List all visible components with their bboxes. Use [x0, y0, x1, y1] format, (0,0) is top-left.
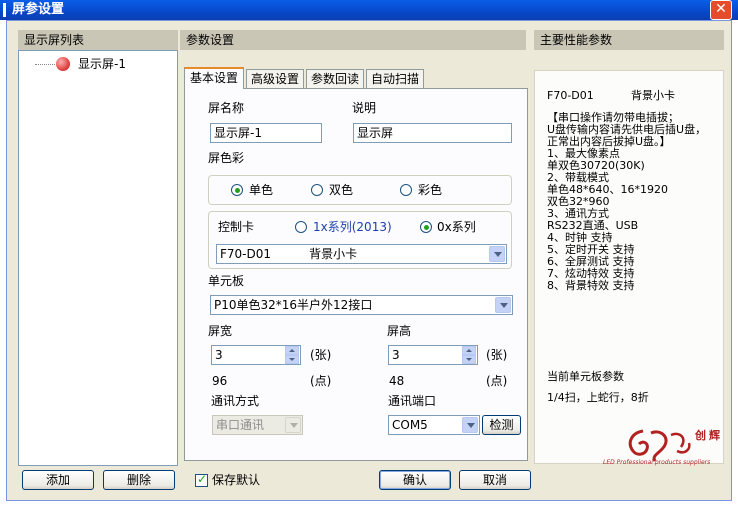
width-label: 屏宽 — [208, 324, 233, 338]
cancel-button[interactable]: 取消 — [459, 470, 531, 490]
controller-0x-radio[interactable] — [420, 221, 432, 233]
color-dual-radio[interactable] — [311, 184, 323, 196]
tab-readback[interactable]: 参数回读 — [306, 69, 364, 89]
unit-board-params-label: 当前单元板参数 — [547, 370, 624, 383]
add-button[interactable]: 添加 — [22, 470, 94, 490]
chevron-down-icon — [285, 417, 301, 433]
color-full-label[interactable]: 彩色 — [418, 182, 442, 198]
comm-port-label: 通讯端口 — [388, 394, 437, 408]
height-spinner[interactable] — [462, 346, 476, 364]
params-header-label: 参数设置 — [180, 30, 526, 50]
width-input[interactable]: 3 — [211, 345, 301, 365]
perf-panel: F70-D01 背景小卡 【串口操作请勿带电插拔； U盘传输内容请先供电后插U盘，… — [534, 70, 724, 466]
unit-board-value: P10单色32*16半户外12接口 — [214, 298, 373, 312]
tab-basic[interactable]: 基本设置 — [184, 67, 244, 89]
width-unit: (张) — [310, 348, 332, 362]
height-value: 3 — [392, 348, 400, 362]
comm-mode-select[interactable]: 串口通讯 — [212, 415, 303, 435]
controller-0x-label[interactable]: 0x系列 — [437, 219, 476, 235]
save-default-checkbox[interactable] — [195, 472, 208, 487]
chevron-down-icon[interactable] — [489, 246, 505, 262]
comm-mode-label: 通讯方式 — [211, 394, 260, 408]
width-pixels-unit: (点) — [310, 374, 332, 388]
screen-list-item[interactable]: 显示屏-1 — [78, 56, 126, 72]
perf-header-label: 主要性能参数 — [534, 30, 724, 50]
width-spinner[interactable] — [285, 346, 299, 364]
description-label: 说明 — [352, 101, 377, 115]
color-label: 屏色彩 — [208, 151, 245, 165]
screen-list-header: 显示屏列表 — [18, 30, 178, 50]
params-header: 参数设置 — [180, 30, 526, 50]
chevron-down-icon[interactable] — [462, 417, 478, 433]
tab-autoscan[interactable]: 自动扫描 — [366, 69, 424, 89]
svg-text:创: 创 — [694, 428, 706, 442]
width-pixels: 96 — [212, 374, 228, 388]
screen-name-label: 屏名称 — [208, 101, 245, 115]
perf-detail-line: 8、背景特效 支持 — [547, 279, 635, 292]
height-unit: (张) — [486, 348, 508, 362]
delete-button[interactable]: 删除 — [103, 470, 175, 490]
controller-card-value: F70-D01 背景小卡 — [220, 247, 358, 261]
comm-mode-value: 串口通讯 — [216, 418, 265, 432]
width-value: 3 — [215, 348, 223, 362]
window-title: 屏参设置 — [12, 2, 65, 17]
color-dual-label[interactable]: 双色 — [329, 182, 353, 198]
save-default-label[interactable]: 保存默认 — [212, 472, 260, 488]
perf-card-type: 背景小卡 — [631, 89, 675, 102]
color-mono-radio[interactable] — [231, 184, 243, 196]
screen-list-header-label: 显示屏列表 — [18, 30, 178, 50]
height-pixels-unit: (点) — [486, 374, 508, 388]
screen-list[interactable]: 显示屏-1 — [18, 50, 178, 466]
window-icon — [3, 3, 6, 17]
svg-text:辉: 辉 — [709, 429, 720, 442]
controller-1x-label[interactable]: 1x系列(2013) — [313, 219, 392, 235]
title-bar[interactable]: 屏参设置 ✕ — [0, 0, 738, 20]
ok-button[interactable]: 确认 — [379, 470, 451, 490]
close-button[interactable]: ✕ — [710, 0, 732, 20]
tree-connector — [35, 64, 55, 65]
color-full-radio[interactable] — [400, 184, 412, 196]
controller-1x-radio[interactable] — [295, 221, 307, 233]
unit-board-label: 单元板 — [208, 274, 245, 288]
height-input[interactable]: 3 — [388, 345, 478, 365]
tab-advanced[interactable]: 高级设置 — [246, 69, 304, 89]
perf-model: F70-D01 — [547, 89, 594, 102]
perf-header: 主要性能参数 — [534, 30, 724, 50]
unit-board-select[interactable]: P10单色32*16半户外12接口 — [210, 295, 513, 315]
color-mono-label[interactable]: 单色 — [249, 182, 273, 198]
logo-text: LED Professional products suppliers — [603, 459, 711, 466]
chevron-down-icon[interactable] — [495, 297, 511, 313]
screen-name-input[interactable]: 显示屏-1 — [210, 123, 322, 143]
detect-button[interactable]: 检测 — [482, 415, 521, 435]
controller-card-select[interactable]: F70-D01 背景小卡 — [216, 244, 507, 264]
height-pixels: 48 — [389, 374, 405, 388]
unit-board-params-value: 1/4扫，上蛇行，8折 — [547, 391, 649, 404]
screen-status-icon — [56, 57, 70, 71]
comm-port-value: COM5 — [392, 418, 428, 432]
comm-port-select[interactable]: COM5 — [388, 415, 480, 435]
controller-label: 控制卡 — [218, 220, 255, 234]
height-label: 屏高 — [387, 324, 412, 338]
description-input[interactable]: 显示屏 — [353, 123, 512, 143]
